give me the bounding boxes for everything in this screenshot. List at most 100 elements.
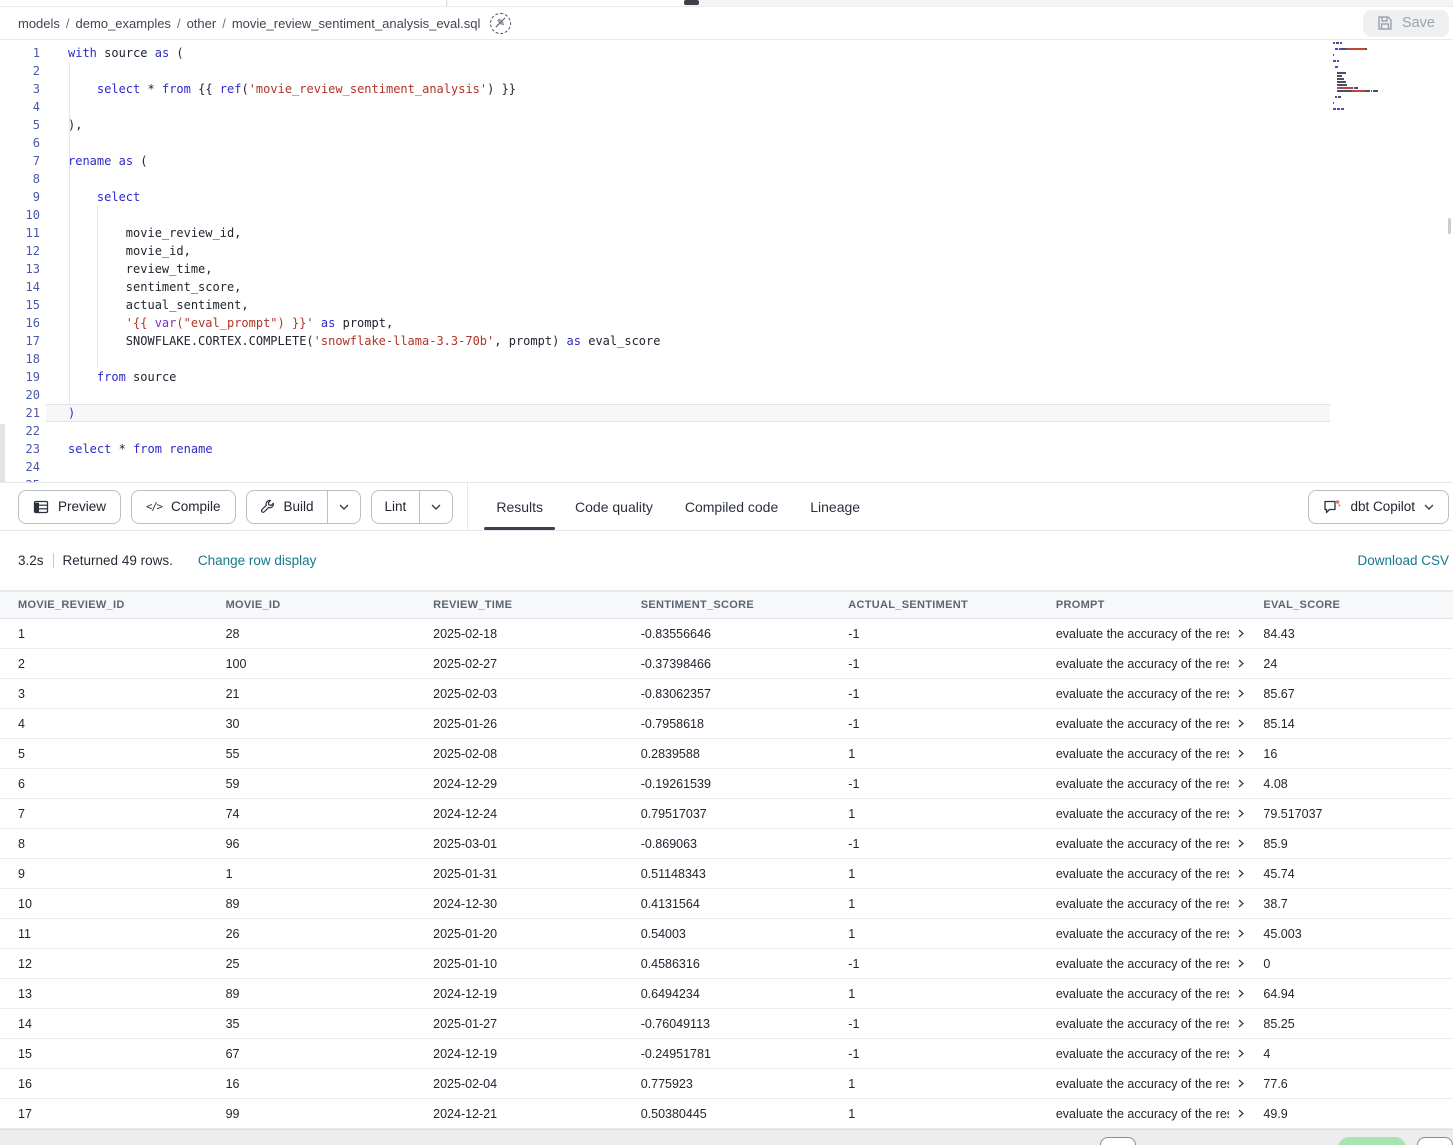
results-status-bar: 3.2s Returned 49 rows. Change row displa…: [0, 531, 1453, 591]
breadcrumb-item[interactable]: demo_examples: [76, 16, 171, 31]
table-cell: 74: [208, 807, 416, 821]
chevron-down-icon: [431, 504, 441, 510]
table-cell: -0.869063: [623, 837, 831, 851]
lint-dropdown-button[interactable]: [419, 491, 452, 523]
expand-cell-icon[interactable]: [1237, 629, 1245, 638]
table-cell: 21: [208, 687, 416, 701]
line-number: 24: [0, 458, 40, 476]
expand-cell-icon[interactable]: [1237, 839, 1245, 848]
expand-cell-icon[interactable]: [1237, 659, 1245, 668]
tab-lineage[interactable]: Lineage: [810, 483, 860, 530]
build-button[interactable]: Build: [247, 491, 327, 523]
table-row: 21002025-02-27-0.37398466-1evaluate the …: [0, 649, 1453, 679]
preview-button[interactable]: Preview: [18, 490, 121, 524]
table-cell: 77.6: [1245, 1077, 1453, 1091]
dbt-copilot-button[interactable]: dbt Copilot: [1308, 490, 1449, 524]
table-row: 13892024-12-190.64942341evaluate the acc…: [0, 979, 1453, 1009]
prompt-preview-text: evaluate the accuracy of the res…: [1056, 1077, 1230, 1091]
table-cell: 2025-01-31: [415, 867, 623, 881]
minimap-line: [1333, 93, 1443, 95]
code-text: movie_id,: [40, 242, 191, 260]
breadcrumb-separator: /: [177, 16, 181, 31]
line-number: 17: [0, 332, 40, 350]
sql-code-editor[interactable]: 1with source as (23 select * from {{ ref…: [0, 40, 1453, 482]
line-number: 6: [0, 134, 40, 152]
preview-label: Preview: [58, 499, 106, 514]
table-cell: 85.67: [1245, 687, 1453, 701]
minimap-line: [1333, 72, 1443, 74]
minimap-line: [1333, 57, 1443, 59]
code-line: 4: [0, 98, 1453, 116]
partial-button-right[interactable]: [1417, 1137, 1453, 1145]
code-text: select * from {{ ref('movie_review_senti…: [40, 80, 516, 98]
code-text: SNOWFLAKE.CORTEX.COMPLETE('snowflake-lla…: [40, 332, 660, 350]
tab-code-quality-label: Code quality: [575, 499, 653, 515]
line-number: 18: [0, 350, 40, 368]
breadcrumb-item[interactable]: other: [187, 16, 217, 31]
minimap-line: [1333, 78, 1443, 80]
tab-code-quality[interactable]: Code quality: [575, 483, 653, 530]
expand-cell-icon[interactable]: [1237, 959, 1245, 968]
chevron-down-icon: [1424, 504, 1434, 510]
line-number: 3: [0, 80, 40, 98]
editor-scrollbar-thumb[interactable]: [1448, 218, 1451, 234]
lint-button[interactable]: Lint: [372, 491, 420, 523]
expand-cell-icon[interactable]: [1237, 929, 1245, 938]
table-cell: 84.43: [1245, 627, 1453, 641]
code-text: [40, 458, 68, 476]
code-text: with source as (: [40, 44, 184, 62]
save-button[interactable]: Save: [1363, 10, 1449, 37]
code-line: 12 movie_id,: [0, 242, 1453, 260]
expand-cell-icon[interactable]: [1237, 779, 1245, 788]
table-cell: 67: [208, 1047, 416, 1061]
table-cell: 26: [208, 927, 416, 941]
compile-label: Compile: [171, 499, 221, 514]
code-text: sentiment_score,: [40, 278, 241, 296]
expand-cell-icon[interactable]: [1237, 809, 1245, 818]
compile-button[interactable]: </> Compile: [131, 490, 236, 524]
expand-cell-icon[interactable]: [1237, 1079, 1245, 1088]
table-cell: 2025-01-10: [415, 957, 623, 971]
prompt-preview-text: evaluate the accuracy of the res…: [1056, 837, 1230, 851]
table-cell: 0.4131564: [623, 897, 831, 911]
partial-button-left[interactable]: [1100, 1137, 1136, 1145]
tab-results[interactable]: Results: [496, 483, 543, 530]
build-dropdown-button[interactable]: [327, 491, 360, 523]
action-toolbar: Preview </> Compile Build Lint: [0, 482, 1453, 531]
expand-cell-icon[interactable]: [1237, 899, 1245, 908]
expand-cell-icon[interactable]: [1237, 689, 1245, 698]
minimap-line: [1333, 45, 1443, 47]
table-cell: 5: [0, 747, 208, 761]
expand-cell-icon[interactable]: [1237, 749, 1245, 758]
download-csv-link[interactable]: Download CSV: [1357, 553, 1449, 568]
expand-cell-icon[interactable]: [1237, 989, 1245, 998]
table-row: 3212025-02-03-0.83062357-1evaluate the a…: [0, 679, 1453, 709]
table-cell: 30: [208, 717, 416, 731]
line-number: 21: [0, 404, 40, 422]
expand-cell-icon[interactable]: [1237, 1109, 1245, 1118]
code-text: actual_sentiment,: [40, 296, 249, 314]
table-cell: 0.2839588: [623, 747, 831, 761]
breadcrumb-item[interactable]: movie_review_sentiment_analysis_eval.sql: [232, 16, 481, 31]
line-number: 22: [0, 422, 40, 440]
prompt-preview-text: evaluate the accuracy of the res…: [1056, 1107, 1230, 1121]
expand-cell-icon[interactable]: [1237, 1019, 1245, 1028]
table-grid-icon: [33, 499, 49, 515]
partial-green-pill[interactable]: [1338, 1137, 1406, 1145]
breadcrumb-item[interactable]: models: [18, 16, 60, 31]
table-cell: 1: [208, 867, 416, 881]
code-minimap[interactable]: [1333, 42, 1443, 117]
expand-cell-icon[interactable]: [1237, 1049, 1245, 1058]
read-only-pencil-icon: ✎: [490, 13, 511, 34]
table-row: 6592024-12-29-0.19261539-1evaluate the a…: [0, 769, 1453, 799]
expand-cell-icon[interactable]: [1237, 719, 1245, 728]
change-row-display-link[interactable]: Change row display: [198, 553, 317, 568]
tab-compiled-code[interactable]: Compiled code: [685, 483, 778, 530]
expand-cell-icon[interactable]: [1237, 869, 1245, 878]
line-number: 20: [0, 386, 40, 404]
top-scroll-thumb[interactable]: [684, 0, 699, 5]
code-line: 1with source as (: [0, 44, 1453, 62]
table-cell: 15: [0, 1047, 208, 1061]
code-text: from source: [40, 368, 176, 386]
code-text: rename as (: [40, 152, 148, 170]
